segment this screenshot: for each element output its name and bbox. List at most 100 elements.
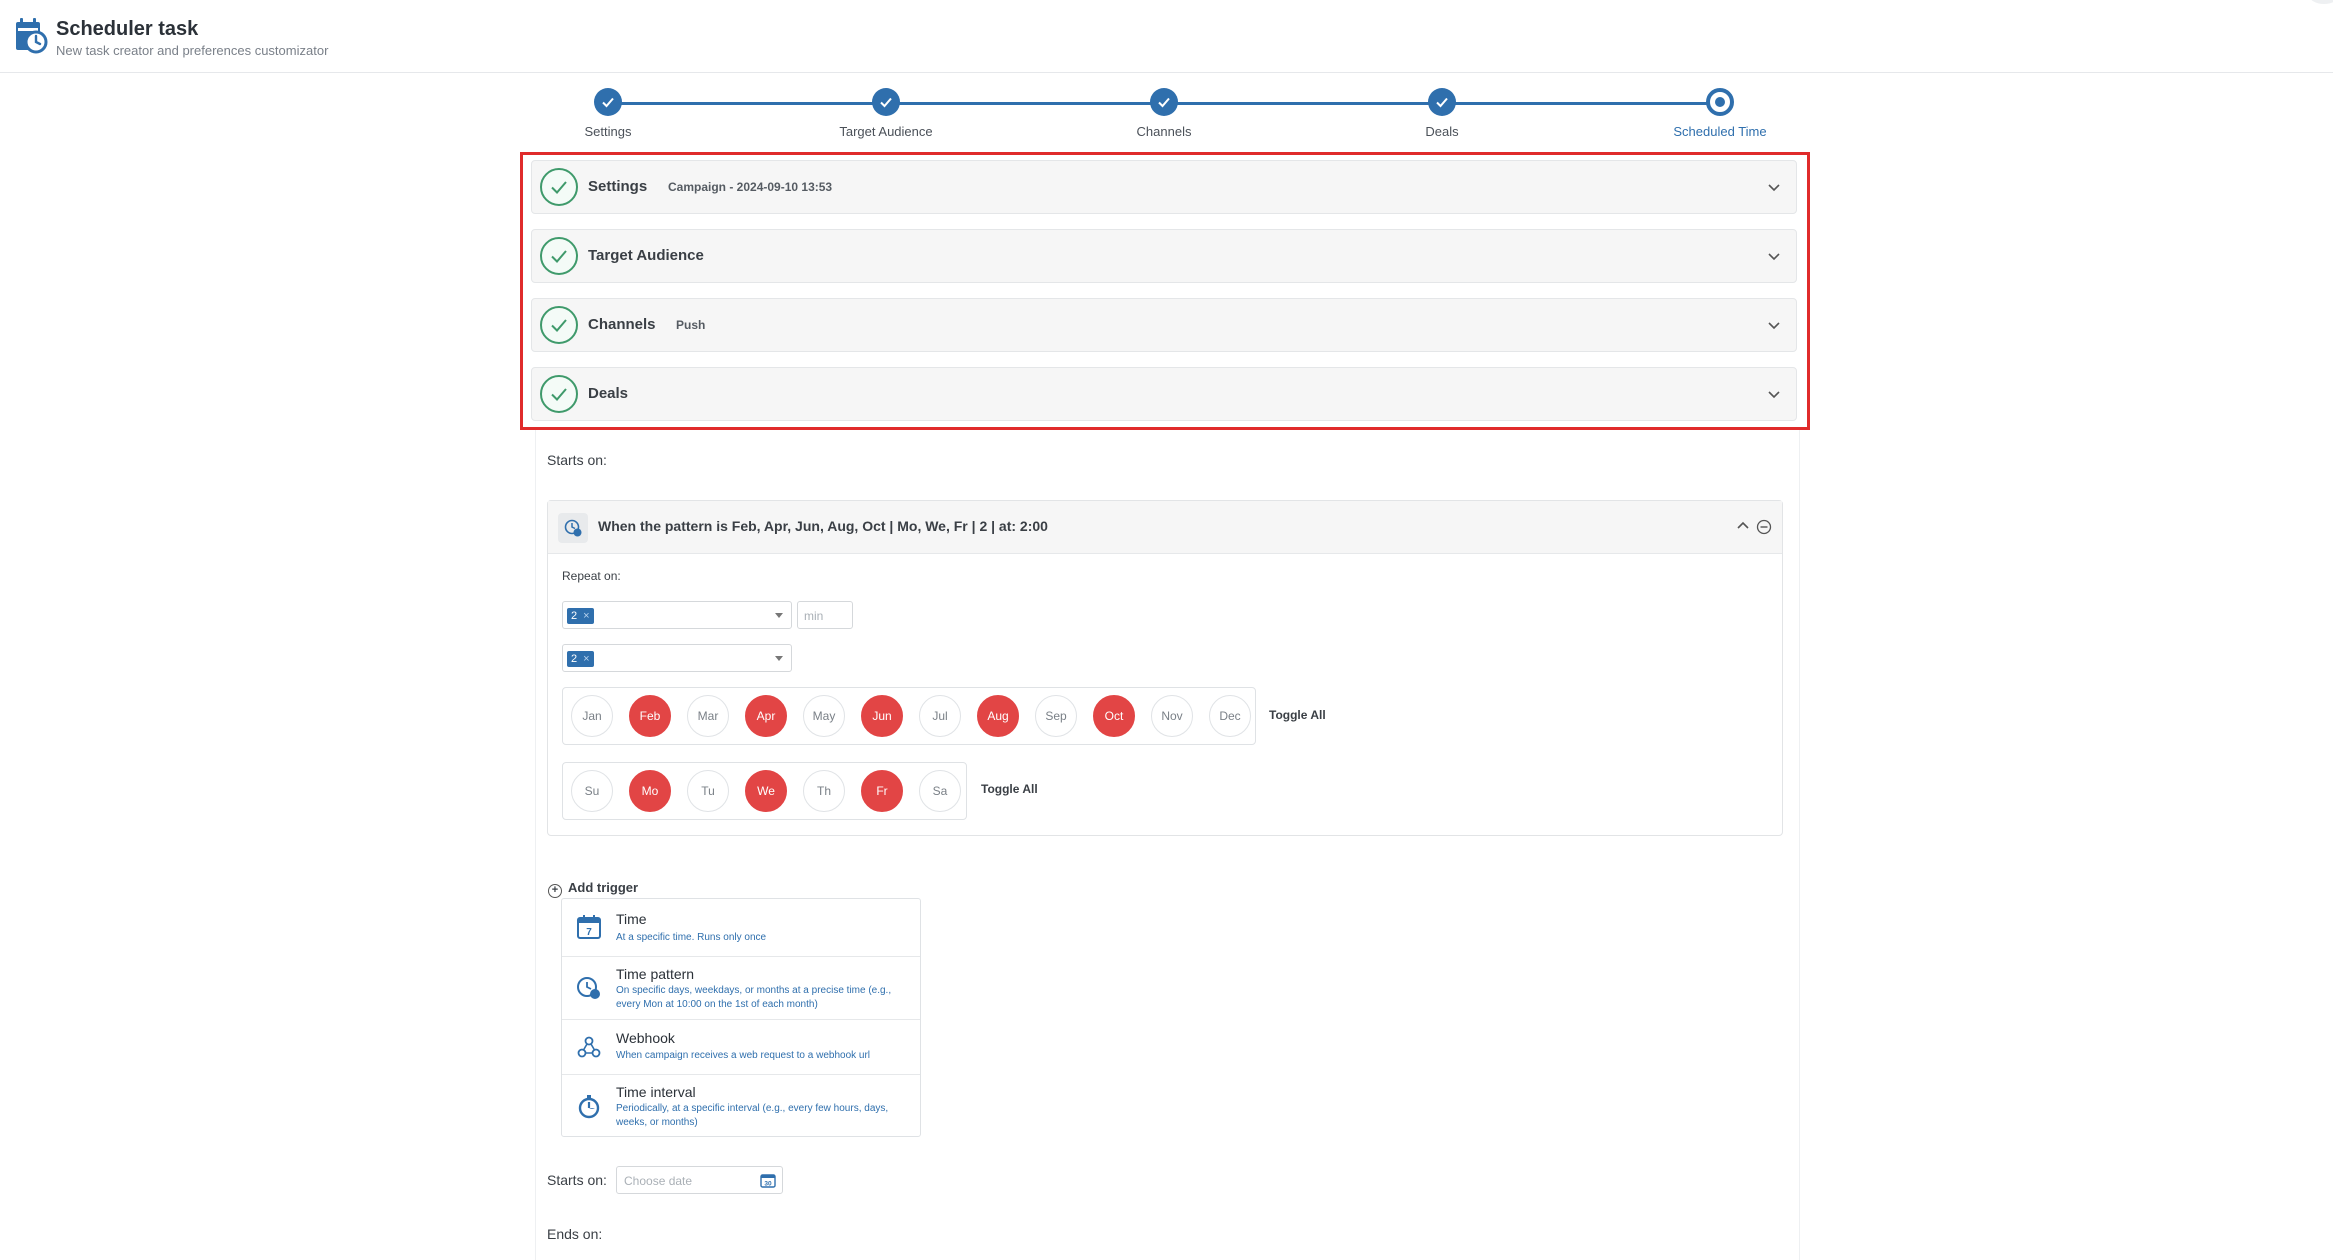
corner-avatar[interactable] [2309,0,2333,4]
caret-down-icon [775,613,783,618]
calendar-icon[interactable]: 30 [760,1172,776,1188]
section-channels[interactable]: Channels Push [531,298,1797,352]
step-check-icon [872,88,900,116]
step-check-icon [594,88,622,116]
step-check-icon [1150,88,1178,116]
menu-item-title: Time pattern [616,966,695,982]
chevron-down-icon[interactable] [1766,386,1782,402]
check-circle-icon [540,237,578,275]
plus-circle-icon: + [548,884,562,898]
section-target-audience[interactable]: Target Audience [531,229,1797,283]
month-chip-may[interactable]: May [803,695,845,737]
top-bar: Scheduler task New task creator and pref… [0,0,2333,73]
stopwatch-icon [578,1095,600,1119]
clock-pattern-icon [577,977,600,999]
section-title: Target Audience [588,247,704,264]
trigger-title: When the pattern is Feb, Apr, Jun, Aug, … [598,518,1048,534]
day-chip-tu[interactable]: Tu [687,770,729,812]
step-label: Settings [584,124,632,139]
step-channels[interactable]: Channels [1084,86,1244,139]
step-deals[interactable]: Deals [1362,86,1522,139]
menu-item-time[interactable]: 7 Time At a specific time. Runs only onc… [562,899,920,957]
section-summary: Campaign - 2024-09-10 13:53 [668,180,833,194]
add-trigger-button[interactable]: + Add trigger [548,880,638,898]
step-check-icon [1428,88,1456,116]
section-title: Channels [588,316,656,333]
menu-item-desc: At a specific time. Runs only once [616,932,767,943]
day-chip-sa[interactable]: Sa [919,770,961,812]
menu-item-webhook[interactable]: Webhook When campaign receives a web req… [562,1020,920,1075]
second-select[interactable]: 2 × [562,644,792,672]
check-circle-icon [540,168,578,206]
hour-tag[interactable]: 2 × [567,608,594,624]
month-chip-sep[interactable]: Sep [1035,695,1077,737]
month-chip-aug[interactable]: Aug [977,695,1019,737]
toggle-all-days-button[interactable]: Toggle All [981,782,1038,796]
menu-item-title: Webhook [616,1030,675,1046]
remove-tag-icon: × [583,653,590,665]
step-scheduled-time[interactable]: Scheduled Time [1640,86,1800,139]
second-tag[interactable]: 2 × [567,651,594,667]
step-label: Deals [1425,124,1459,139]
day-chip-mo[interactable]: Mo [629,770,671,812]
section-title: Settings [588,178,648,195]
days-selector: Su Mo Tu We Th Fr Sa [562,762,967,820]
step-label: Channels [1136,124,1192,139]
month-chip-apr[interactable]: Apr [745,695,787,737]
progress-stepper: Settings Target Audience Channels Deals … [585,86,1767,146]
menu-item-title: Time interval [616,1084,696,1100]
chevron-down-icon[interactable] [1766,248,1782,264]
starts-on-label: Starts on: [547,452,607,468]
day-chip-th[interactable]: Th [803,770,845,812]
day-chip-fr[interactable]: Fr [861,770,903,812]
calendar-clock-icon [16,18,48,54]
remove-tag-icon: × [583,610,590,622]
step-current-icon [1706,88,1734,116]
repeat-on-label: Repeat on: [562,569,621,583]
months-selector: Jan Feb Mar Apr May Jun Jul Aug Sep Oct Nov Dec [562,687,1256,745]
step-label: Scheduled Time [1673,124,1767,139]
app-title: Scheduler task [56,18,199,40]
day-chip-su[interactable]: Su [571,770,613,812]
month-chip-oct[interactable]: Oct [1093,695,1135,737]
toggle-all-months-button[interactable]: Toggle All [1269,708,1326,722]
month-chip-nov[interactable]: Nov [1151,695,1193,737]
month-chip-jul[interactable]: Jul [919,695,961,737]
menu-item-time-pattern[interactable]: Time pattern On specific days, weekdays,… [562,957,920,1020]
step-settings[interactable]: Settings [528,86,688,139]
ends-on-label: Ends on: [547,1226,603,1242]
start-date-input[interactable]: Choose date 30 [616,1166,783,1194]
section-settings[interactable]: Settings Campaign - 2024-09-10 13:53 [531,160,1797,214]
month-chip-feb[interactable]: Feb [629,695,671,737]
step-target-audience[interactable]: Target Audience [806,86,966,139]
menu-item-desc: When campaign receives a web request to … [616,1050,871,1061]
month-chip-mar[interactable]: Mar [687,695,729,737]
app-subtitle: New task creator and preferences customi… [56,43,329,58]
date-placeholder: Choose date [624,1174,693,1188]
chevron-up-icon[interactable] [1736,519,1750,533]
chevron-down-icon[interactable] [1766,317,1782,333]
menu-item-desc: Periodically, at a specific interval (e.… [616,1103,889,1128]
calendar-icon: 7 [577,915,601,939]
section-summary: Push [676,318,706,332]
section-title: Deals [588,385,629,402]
remove-circle-icon[interactable] [1756,519,1772,535]
menu-item-time-interval[interactable]: Time interval Periodically, at a specifi… [562,1075,920,1136]
section-deals[interactable]: Deals [531,367,1797,421]
check-circle-icon [540,375,578,413]
month-chip-dec[interactable]: Dec [1209,695,1251,737]
starts-on-field-label: Starts on: [547,1172,607,1188]
month-chip-jan[interactable]: Jan [571,695,613,737]
trigger-menu: 7 Time At a specific time. Runs only onc… [561,898,921,1137]
month-chip-jun[interactable]: Jun [861,695,903,737]
chevron-down-icon[interactable] [1766,179,1782,195]
hour-select[interactable]: 2 × [562,601,792,629]
trigger-header[interactable]: When the pattern is Feb, Apr, Jun, Aug, … [548,501,1782,554]
svg-text:30: 30 [764,1181,772,1188]
clock-pattern-icon [558,513,588,543]
svg-text:7: 7 [586,927,592,938]
menu-item-desc: On specific days, weekdays, or months at… [616,985,892,1010]
day-chip-we[interactable]: We [745,770,787,812]
caret-down-icon [775,656,783,661]
minute-input[interactable]: min [797,601,853,629]
